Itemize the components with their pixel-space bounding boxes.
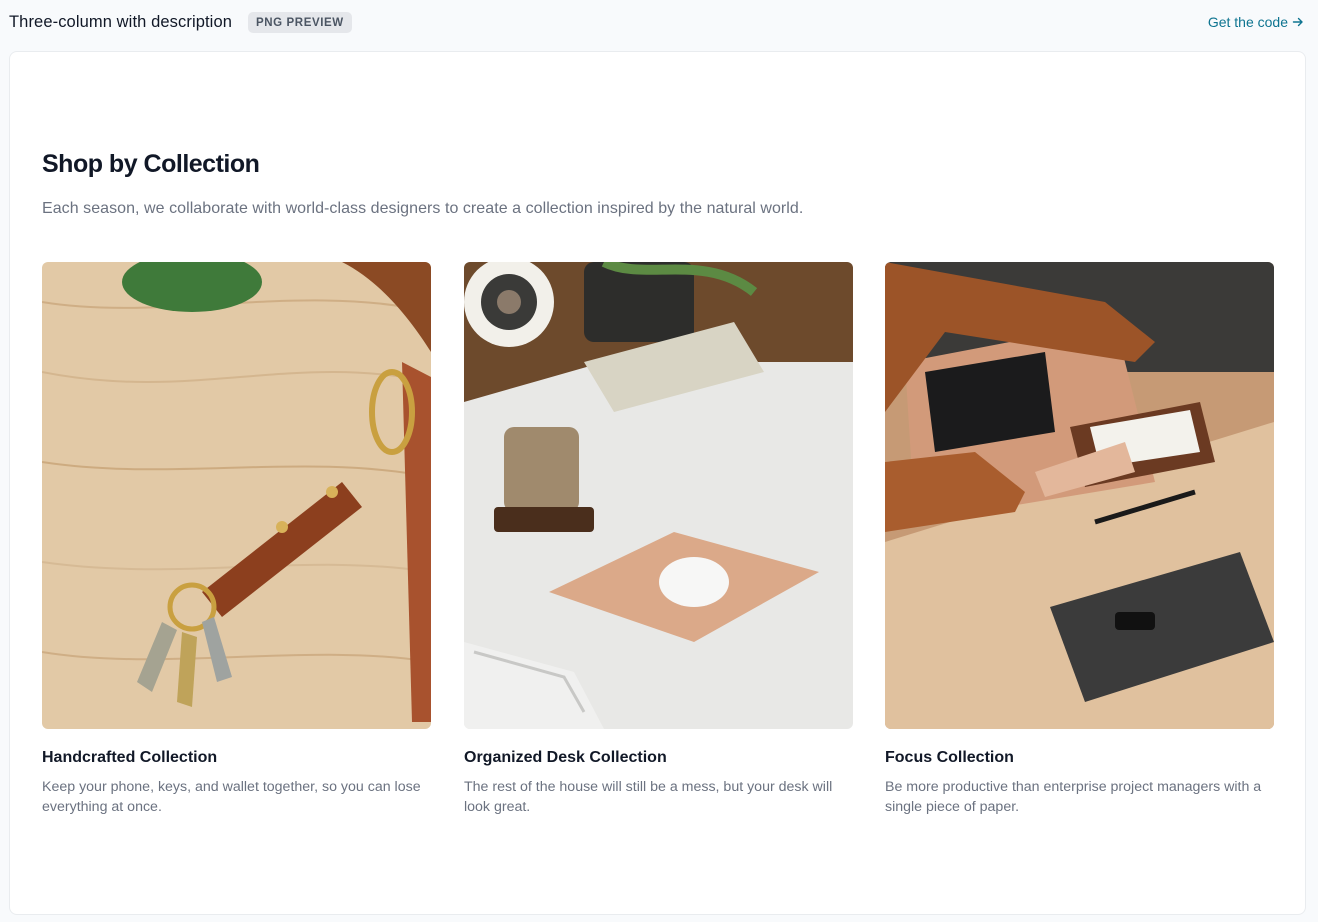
collection-card[interactable]: Organized Desk Collection The rest of th… <box>464 262 853 817</box>
top-bar: Three-column with description PNG PREVIE… <box>0 0 1318 44</box>
collection-card[interactable]: Focus Collection Be more productive than… <box>885 262 1274 817</box>
get-the-code-link[interactable]: Get the code <box>1208 14 1304 30</box>
top-bar-left: Three-column with description PNG PREVIE… <box>9 11 352 33</box>
focus-desk-image[interactable] <box>885 262 1274 729</box>
page-title: Three-column with description <box>9 12 232 31</box>
section-description: Each season, we collaborate with world-c… <box>42 200 804 217</box>
organized-desk-image[interactable] <box>464 262 853 729</box>
get-the-code-label: Get the code <box>1207 14 1288 30</box>
preview-badge: PNG PREVIEW <box>248 11 352 33</box>
section-title: Shop by Collection <box>42 150 260 178</box>
collection-description: Be more productive than enterprise proje… <box>885 779 1262 815</box>
collection-description: Keep your phone, keys, and wallet togeth… <box>42 779 421 815</box>
collection-card[interactable]: Handcrafted Collection Keep your phone, … <box>42 262 431 817</box>
collection-description: The rest of the house will still be a me… <box>464 779 833 815</box>
leather-keychain-image[interactable] <box>42 262 431 729</box>
collection-title: Handcrafted Collection <box>42 749 218 766</box>
collection-title: Focus Collection <box>885 749 1014 766</box>
arrow-right-icon <box>1292 17 1303 27</box>
collection-title: Organized Desk Collection <box>464 749 667 766</box>
preview-panel: Shop by Collection Each season, we colla… <box>9 51 1306 915</box>
